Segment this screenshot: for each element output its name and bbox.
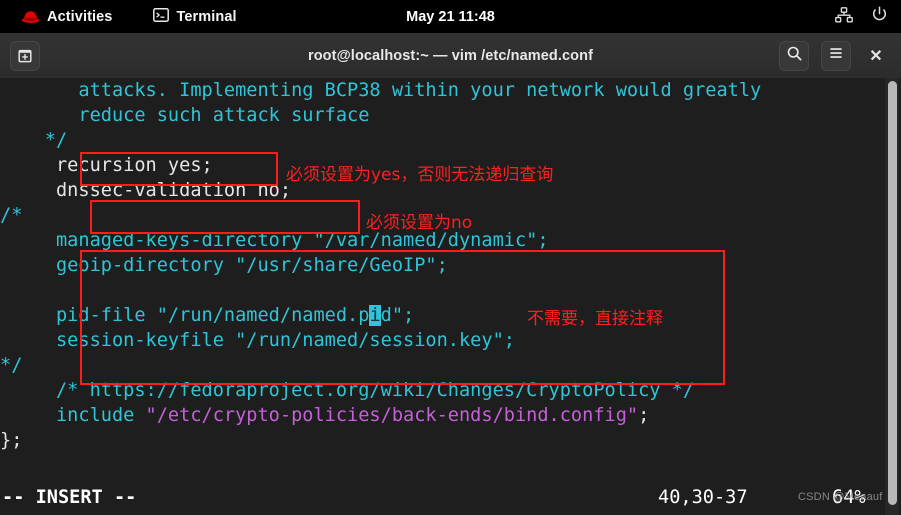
annotation-note-recursion: 必须设置为yes，否则无法递归查询 (286, 165, 554, 185)
terminal-text: }; (0, 430, 23, 451)
terminal-text: reduce such attack surface (78, 105, 370, 126)
clock-label[interactable]: May 21 11:48 (406, 9, 495, 25)
watermark: CSDN @Meaauf (798, 491, 883, 503)
hamburger-menu-icon (828, 46, 844, 65)
terminal-text: /* https://fedoraproject.org/wiki/Change… (55, 380, 695, 401)
annotation-note-dnssec: 必须设置为no (366, 213, 473, 233)
terminal-line: }; (0, 428, 761, 453)
text-cursor: i (369, 305, 381, 326)
terminal-text: pid-file "/run/named/named.p (55, 305, 370, 326)
terminal-line: reduce such attack surface (0, 103, 761, 128)
terminal-text: dnssec-validation no; (55, 180, 292, 201)
network-icon[interactable] (835, 6, 853, 27)
terminal-scrollbar[interactable] (885, 78, 899, 515)
terminal-text: */ (44, 130, 68, 151)
power-icon[interactable] (871, 6, 888, 27)
terminal-text: */ (0, 355, 23, 376)
terminal-line: session-keyfile "/run/named/session.key"… (0, 328, 761, 353)
terminal-icon (153, 7, 170, 27)
terminal-text: /* (0, 205, 23, 226)
activities-label: Activities (47, 8, 113, 25)
terminal-line: include "/etc/crypto-policies/back-ends/… (0, 403, 761, 428)
app-menu-label: Terminal (176, 8, 237, 25)
search-icon (786, 45, 803, 67)
vim-mode-indicator: -- INSERT -- (2, 487, 137, 508)
redhat-logo-icon (21, 10, 40, 24)
terminal-text: ; (638, 405, 650, 426)
menu-button[interactable] (821, 40, 851, 71)
close-button[interactable]: ✕ (863, 43, 889, 69)
terminal-text: session-keyfile "/run/named/session.key"… (55, 330, 515, 351)
window-title: root@localhost:~ — vim /etc/named.conf (307, 47, 594, 64)
terminal-line: /* https://fedoraproject.org/wiki/Change… (0, 378, 761, 403)
vim-cursor-position: 40,30-37 (658, 487, 748, 508)
gnome-top-bar: Activities Terminal May 21 11:48 (0, 0, 901, 33)
vim-buffer-text: attacks. Implementing BCP38 within your … (0, 78, 761, 453)
search-button[interactable] (779, 40, 809, 71)
terminal-text: "/etc/crypto-policies/back-ends/bind.con… (145, 405, 639, 426)
terminal-text: d"; (380, 305, 415, 326)
terminal-text: include (55, 405, 146, 426)
terminal-text: managed-keys-directory "/var/named/dynam… (55, 230, 549, 251)
terminal-line: */ (0, 353, 761, 378)
annotation-note-comment-block: 不需要，直接注释 (527, 309, 663, 329)
app-menu-button[interactable]: Terminal (145, 5, 244, 29)
terminal-line: */ (0, 128, 761, 153)
scrollbar-thumb[interactable] (888, 81, 897, 505)
terminal-content[interactable]: attacks. Implementing BCP38 within your … (0, 78, 901, 515)
terminal-text: recursion yes; (55, 155, 213, 176)
terminal-line: attacks. Implementing BCP38 within your … (0, 78, 761, 103)
terminal-line: geoip-directory "/usr/share/GeoIP"; (0, 253, 761, 278)
activities-button[interactable]: Activities (13, 7, 120, 27)
terminal-text: attacks. Implementing BCP38 within your … (78, 80, 762, 101)
vim-status-line: -- INSERT -- 40,30-37 64% (0, 485, 901, 515)
screen: Activities Terminal May 21 11:48 root@lo… (0, 0, 901, 515)
terminal-text: geoip-directory "/usr/share/GeoIP"; (55, 255, 448, 276)
window-title-bar: root@localhost:~ — vim /etc/named.conf ✕ (0, 33, 901, 79)
